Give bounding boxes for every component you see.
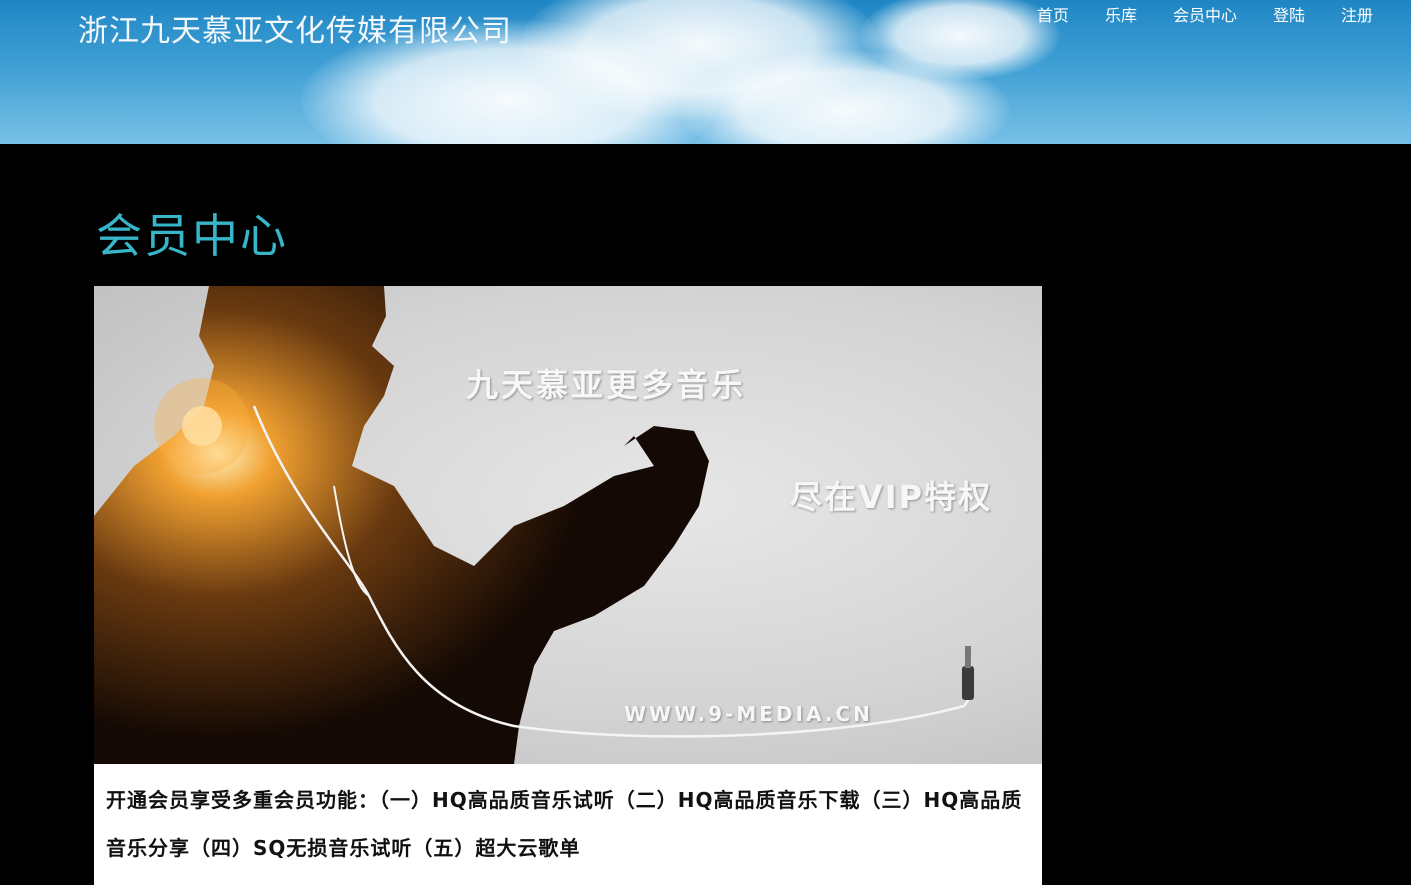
main-nav: 首页 乐库 会员中心 登陆 注册 bbox=[1001, 2, 1373, 26]
member-content-panel: 九天慕亚更多音乐 尽在VIP特权 WWW.9-MEDIA.CN 开通会员享受多重… bbox=[94, 286, 1042, 885]
banner-website-url: WWW.9-MEDIA.CN bbox=[624, 702, 873, 726]
member-features-text: 开通会员享受多重会员功能：（一）HQ高品质音乐试听（二）HQ高品质音乐下载（三）… bbox=[106, 788, 1023, 860]
banner-vip-slogan: 尽在VIP特权 bbox=[790, 478, 993, 516]
nav-item-login[interactable]: 登陆 bbox=[1273, 2, 1305, 26]
nav-item-music-library[interactable]: 乐库 bbox=[1105, 2, 1137, 26]
singer-silhouette-illustration bbox=[94, 286, 974, 764]
audio-plug-icon bbox=[962, 666, 974, 700]
site-title: 浙江九天慕亚文化传媒有限公司 bbox=[78, 14, 512, 49]
stage-light-halo bbox=[154, 378, 250, 474]
nav-item-home[interactable]: 首页 bbox=[1037, 2, 1069, 26]
banner-headline: 九天慕亚更多音乐 bbox=[466, 366, 747, 404]
page-title: 会员中心 bbox=[96, 209, 288, 263]
audio-plug-tip bbox=[965, 646, 971, 668]
nav-item-register[interactable]: 注册 bbox=[1341, 2, 1373, 26]
vip-promo-banner: 九天慕亚更多音乐 尽在VIP特权 WWW.9-MEDIA.CN bbox=[94, 286, 1042, 764]
nav-item-member-center[interactable]: 会员中心 bbox=[1173, 2, 1237, 26]
header-banner: 浙江九天慕亚文化传媒有限公司 首页 乐库 会员中心 登陆 注册 bbox=[0, 0, 1411, 144]
singer-silhouette bbox=[94, 286, 709, 764]
